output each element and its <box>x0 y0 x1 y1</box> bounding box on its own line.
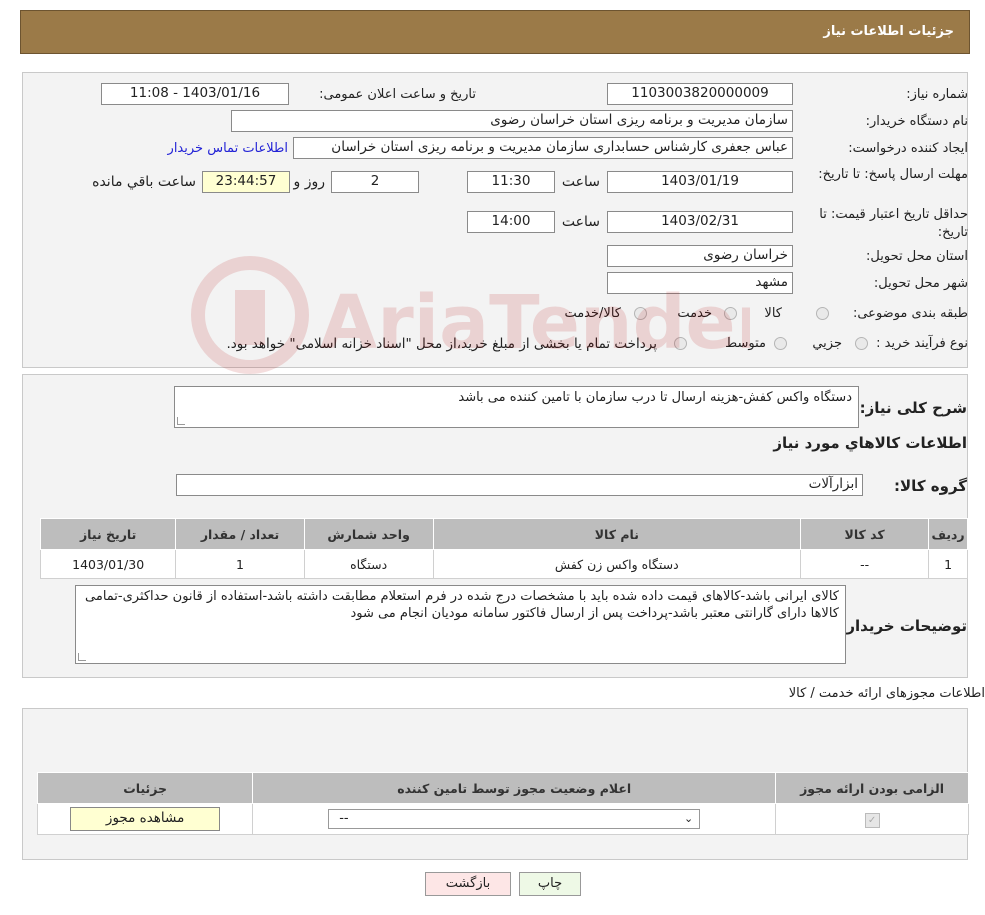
goods-table-header: ردیف کد کالا نام کالا واحد شمارش تعداد /… <box>39 518 968 550</box>
city-field: مشهد <box>607 272 793 294</box>
process-option-medium: متوسط <box>725 336 766 351</box>
province-label: استان محل تحویل: <box>866 249 968 264</box>
summary-label: شرح کلی نیاز: <box>859 399 967 417</box>
process-radio-minor[interactable] <box>855 337 868 350</box>
goods-info-title: اطلاعات کالاهاي مورد نياز <box>773 434 967 452</box>
col-qty: تعداد / مقدار <box>175 518 305 550</box>
goods-group-field: ابزارآلات <box>176 474 863 496</box>
cell-name: دستگاه واکس زن کفش <box>432 549 802 579</box>
buyer-contact-link[interactable]: اطلاعات تماس خریدار <box>168 141 288 156</box>
page-header: جزئیات اطلاعات نیاز <box>20 10 970 54</box>
cell-qty: 1 <box>175 549 305 579</box>
page-title: جزئیات اطلاعات نیاز <box>823 24 954 39</box>
validity-label: حداقل تاریخ اعتبار قیمت: تا تاریخ: <box>819 207 968 240</box>
table-row: ✓ -- ⌄ مشاهده مجوز <box>36 803 969 835</box>
col-code: کد کالا <box>800 518 930 550</box>
process-label: نوع فرآیند خرید : <box>876 336 968 351</box>
goods-table: ردیف کد کالا نام کالا واحد شمارش تعداد /… <box>39 518 968 579</box>
validity-time-field: 14:00 <box>467 211 555 233</box>
need-number-label: شماره نیاز: <box>906 87 968 102</box>
cell-permit-status: -- ⌄ <box>252 803 777 835</box>
announce-datetime-field: 1403/01/16 - 11:08 <box>101 83 289 105</box>
col-permit-status: اعلام وضعیت مجوز توسط تامین کننده <box>252 772 777 804</box>
category-option-goods: کالا <box>764 306 782 321</box>
days-field: 2 <box>331 171 419 193</box>
permit-status-value: -- <box>339 811 349 826</box>
requester-field: عباس جعفری کارشناس حسابداری سازمان مدیری… <box>293 137 793 159</box>
requester-label: ایجاد کننده درخواست: <box>848 141 968 156</box>
buyer-notes-text: کالای ایرانی باشد-کالاهای قیمت داده شده … <box>85 589 839 621</box>
cell-row: 1 <box>928 549 968 579</box>
buyer-notes-textarea: کالای ایرانی باشد-کالاهای قیمت داده شده … <box>75 585 846 664</box>
deadline-label: مهلت ارسال پاسخ: تا تاریخ: <box>818 167 968 182</box>
treasury-checkbox[interactable] <box>674 337 687 350</box>
chevron-down-icon: ⌄ <box>683 812 694 825</box>
process-radio-medium[interactable] <box>774 337 787 350</box>
col-row: ردیف <box>928 518 968 550</box>
category-radio-goods-service[interactable] <box>634 307 647 320</box>
deadline-hour-label: ساعت <box>561 174 600 190</box>
col-unit: واحد شمارش <box>303 518 434 550</box>
category-option-service: خدمت <box>677 306 712 321</box>
view-permit-button[interactable]: مشاهده مجوز <box>70 807 221 831</box>
buyer-org-label: نام دستگاه خریدار: <box>865 114 968 129</box>
print-button[interactable]: چاپ <box>519 872 581 896</box>
back-button[interactable]: بازگشت <box>425 872 511 896</box>
summary-textarea: دستگاه واکس کفش-هزینه ارسال تا درب سازما… <box>174 386 859 428</box>
permit-required-checkbox[interactable]: ✓ <box>864 812 880 828</box>
category-option-goods-service: کالا/خدمت <box>564 306 621 321</box>
col-permit-details: جزئیات <box>36 772 254 804</box>
goods-group-label: گروه کالا: <box>894 477 967 495</box>
remaining-time-field: 23:44:57 <box>202 171 290 193</box>
col-permit-required: الزامی بودن ارائه مجوز <box>775 772 969 804</box>
deadline-date-field: 1403/01/19 <box>607 171 793 193</box>
days-label: روز و <box>293 174 326 190</box>
need-number-field: 1103003820000009 <box>607 83 793 105</box>
permits-table-header: الزامی بودن ارائه مجوز اعلام وضعیت مجوز … <box>36 772 969 804</box>
cell-permit-required: ✓ <box>775 803 969 835</box>
remaining-label: ساعت باقي مانده <box>92 174 196 190</box>
announce-label: تاریخ و ساعت اعلان عمومی: <box>319 87 476 102</box>
table-row: 1 -- دستگاه واکس زن کفش دستگاه 1 1403/01… <box>39 549 968 579</box>
province-field: خراسان رضوی <box>607 245 793 267</box>
buyer-notes-label: توضیحات خریدار: <box>840 617 967 635</box>
validity-date-field: 1403/02/31 <box>607 211 793 233</box>
category-radio-goods[interactable] <box>816 307 829 320</box>
col-date: تاریخ نیاز <box>39 518 177 550</box>
permits-table: الزامی بودن ارائه مجوز اعلام وضعیت مجوز … <box>36 772 969 835</box>
resize-grip-icon[interactable] <box>78 653 86 661</box>
cell-unit: دستگاه <box>303 549 434 579</box>
process-treasury-note: پرداخت تمام یا بخشی از مبلغ خرید،از محل … <box>226 336 657 352</box>
process-option-minor: جزیي <box>812 336 842 351</box>
permit-status-select[interactable]: -- ⌄ <box>328 809 701 829</box>
buyer-org-field: سازمان مدیریت و برنامه ریزی استان خراسان… <box>231 110 793 132</box>
summary-text: دستگاه واکس کفش-هزینه ارسال تا درب سازما… <box>458 390 852 405</box>
resize-grip-icon[interactable] <box>177 417 185 425</box>
city-label: شهر محل تحویل: <box>873 276 968 291</box>
permits-title: اطلاعات مجوزهای ارائه خدمت / کالا <box>788 686 985 701</box>
validity-hour-label: ساعت <box>561 214 600 230</box>
cell-permit-details: مشاهده مجوز <box>36 803 254 835</box>
deadline-time-field: 11:30 <box>467 171 555 193</box>
category-label: طبقه بندی موضوعی: <box>852 306 968 321</box>
category-radio-service[interactable] <box>724 307 737 320</box>
cell-code: -- <box>800 549 930 579</box>
cell-date: 1403/01/30 <box>39 549 177 579</box>
col-name: نام کالا <box>432 518 802 550</box>
